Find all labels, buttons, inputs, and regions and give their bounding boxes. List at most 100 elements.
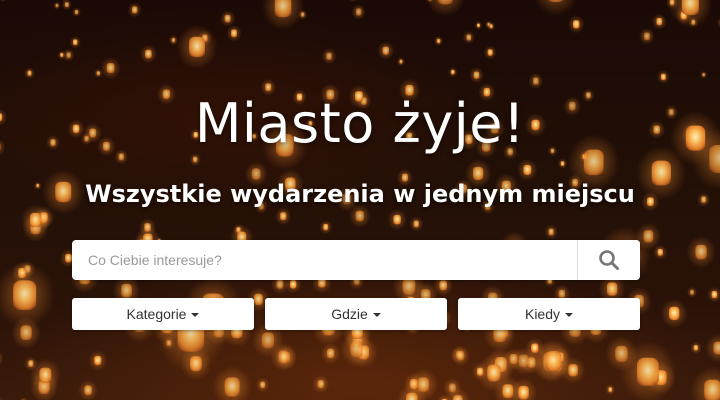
lantern bbox=[251, 168, 261, 180]
lantern bbox=[289, 280, 297, 289]
lantern bbox=[489, 24, 493, 29]
lantern bbox=[608, 387, 613, 393]
lantern bbox=[636, 357, 659, 386]
lantern bbox=[518, 354, 529, 368]
lantern bbox=[94, 355, 102, 366]
page-title: Miasto żyje! bbox=[194, 92, 526, 155]
lantern-glow bbox=[348, 0, 358, 3]
lantern bbox=[558, 289, 566, 298]
lantern bbox=[402, 278, 416, 295]
lantern bbox=[260, 381, 266, 389]
lantern bbox=[487, 49, 493, 56]
lantern bbox=[20, 325, 32, 341]
hero-banner: Miasto żyje! Wszystkie wydarzenia w jedn… bbox=[0, 0, 720, 400]
lantern bbox=[355, 8, 362, 16]
caret-down-icon bbox=[372, 313, 381, 317]
search-icon bbox=[599, 250, 619, 270]
lantern bbox=[533, 77, 539, 85]
lantern bbox=[192, 156, 198, 163]
lantern bbox=[280, 212, 287, 221]
search-bar bbox=[72, 240, 640, 280]
search-button[interactable] bbox=[577, 240, 640, 280]
lantern bbox=[64, 2, 69, 8]
lantern bbox=[231, 29, 237, 38]
lantern bbox=[695, 244, 707, 260]
lantern bbox=[261, 332, 275, 349]
lantern bbox=[393, 214, 401, 225]
lantern bbox=[74, 9, 79, 15]
lantern bbox=[106, 63, 115, 74]
lantern bbox=[326, 348, 335, 359]
lantern bbox=[643, 32, 650, 41]
lantern bbox=[548, 228, 554, 236]
lantern bbox=[121, 283, 132, 298]
lantern bbox=[572, 20, 580, 29]
lantern bbox=[451, 69, 455, 75]
lantern bbox=[453, 395, 463, 400]
lantern bbox=[382, 46, 390, 55]
lantern bbox=[704, 379, 720, 400]
lantern bbox=[84, 385, 92, 396]
lantern bbox=[668, 306, 680, 321]
lantern bbox=[224, 14, 231, 23]
lantern bbox=[55, 3, 59, 8]
lantern bbox=[171, 37, 176, 43]
lantern bbox=[456, 350, 465, 361]
lantern bbox=[29, 212, 42, 228]
lantern bbox=[13, 280, 37, 310]
lantern bbox=[131, 6, 138, 14]
lantern bbox=[473, 166, 484, 181]
location-dropdown[interactable]: Gdzie bbox=[265, 298, 447, 330]
lantern bbox=[355, 210, 364, 222]
lantern bbox=[439, 280, 448, 291]
lantern bbox=[656, 17, 663, 26]
lantern bbox=[466, 34, 472, 41]
lantern bbox=[278, 350, 289, 364]
lantern bbox=[323, 223, 329, 231]
lantern bbox=[713, 341, 720, 355]
lantern bbox=[690, 289, 694, 295]
lantern bbox=[660, 73, 666, 81]
lantern bbox=[72, 39, 78, 46]
lantern bbox=[606, 282, 618, 296]
lantern bbox=[145, 49, 152, 59]
lantern bbox=[326, 52, 332, 60]
lantern bbox=[274, 0, 292, 18]
lantern bbox=[413, 220, 419, 228]
lantern bbox=[189, 36, 205, 58]
date-dropdown[interactable]: Kiedy bbox=[458, 298, 640, 330]
lantern bbox=[693, 345, 699, 351]
caret-down-icon bbox=[565, 313, 574, 317]
lantern bbox=[39, 367, 52, 383]
lantern bbox=[27, 70, 32, 76]
lantern bbox=[702, 73, 706, 77]
lantern bbox=[473, 71, 480, 79]
lantern bbox=[657, 248, 663, 256]
lantern bbox=[405, 392, 418, 400]
page-subtitle: Wszystkie wydarzenia w jednym miejscu bbox=[85, 180, 635, 208]
date-dropdown-label: Kiedy bbox=[524, 306, 561, 322]
lantern bbox=[66, 52, 71, 59]
search-input[interactable] bbox=[72, 240, 577, 280]
lantern bbox=[350, 341, 363, 358]
lantern bbox=[681, 0, 699, 16]
category-dropdown-label: Kategorie bbox=[126, 306, 187, 322]
lantern-glow bbox=[0, 351, 4, 366]
filter-bar: Kategorie Gdzie Kiedy bbox=[72, 298, 640, 330]
lantern bbox=[224, 377, 240, 397]
lantern bbox=[399, 59, 403, 64]
lantern bbox=[436, 38, 441, 44]
lantern bbox=[276, 280, 284, 289]
lantern bbox=[265, 83, 272, 92]
lantern-glow bbox=[0, 0, 7, 2]
lantern bbox=[560, 161, 565, 167]
caret-down-icon bbox=[191, 313, 200, 317]
lantern bbox=[65, 253, 72, 263]
lantern bbox=[523, 164, 532, 175]
lantern bbox=[545, 350, 562, 371]
lantern bbox=[317, 379, 325, 389]
lantern bbox=[96, 71, 101, 76]
lantern bbox=[476, 23, 480, 28]
lantern bbox=[487, 364, 501, 382]
category-dropdown[interactable]: Kategorie bbox=[72, 298, 254, 330]
